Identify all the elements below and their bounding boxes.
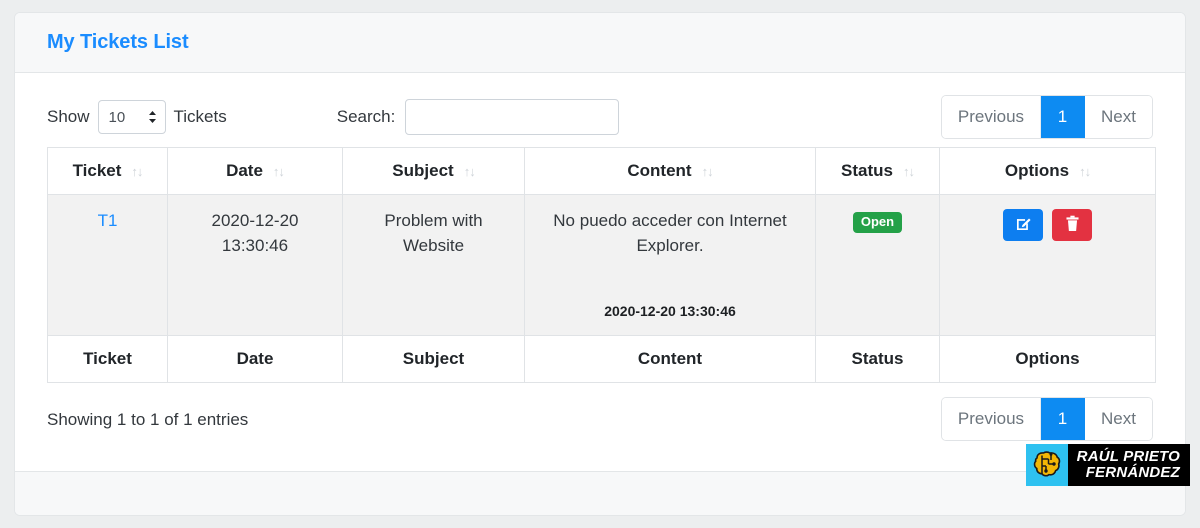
entries-label: Tickets: [173, 107, 227, 126]
delete-button[interactable]: [1052, 209, 1092, 241]
options-buttons: [950, 209, 1145, 241]
tickets-card: My Tickets List Show 10 Tickets Search: …: [14, 12, 1186, 516]
column-label: Date: [226, 161, 263, 180]
watermark-line-1: RAÚL PRIETO: [1076, 447, 1180, 465]
card-footer: [15, 471, 1185, 515]
cell-content: No puedo acceder con Internet Explorer. …: [524, 194, 816, 336]
watermark-text: RAÚL PRIETO FERNÁNDEZ: [1068, 444, 1190, 486]
footer-header-options: Options: [939, 335, 1156, 383]
show-label: Show: [47, 107, 90, 126]
column-header-status[interactable]: Status ↑↓: [815, 147, 940, 195]
table-header-row: Ticket ↑↓ Date ↑↓ Subject ↑↓ Content ↑↓ …: [47, 147, 1156, 195]
card-body: Show 10 Tickets Search: Previous 1 Next …: [15, 73, 1185, 473]
table-row: T1 2020-12-20 13:30:46 Problem with Webs…: [47, 194, 1156, 336]
trash-icon: [1065, 215, 1080, 235]
column-label: Content: [627, 161, 692, 180]
sort-icon: ↑↓: [701, 163, 714, 179]
footer-header-status: Status: [815, 335, 940, 383]
table-head: Ticket ↑↓ Date ↑↓ Subject ↑↓ Content ↑↓ …: [47, 147, 1156, 195]
column-label: Status: [841, 161, 893, 180]
table-controls: Show 10 Tickets Search: Previous 1 Next: [47, 91, 1153, 143]
edit-button[interactable]: [1003, 209, 1043, 241]
cell-date: 2020-12-20 13:30:46: [167, 194, 343, 336]
status-badge: Open: [852, 212, 903, 234]
cell-options: [939, 194, 1156, 336]
footer-header-ticket: Ticket: [47, 335, 168, 383]
pencil-square-icon: [1015, 215, 1032, 235]
pagination-next-bottom[interactable]: Next: [1085, 398, 1152, 440]
entries-info: Showing 1 to 1 of 1 entries: [47, 410, 249, 429]
cell-status: Open: [815, 194, 940, 336]
column-header-subject[interactable]: Subject ↑↓: [342, 147, 525, 195]
sort-icon: ↑↓: [902, 163, 915, 179]
pagination-previous-top[interactable]: Previous: [941, 96, 1042, 138]
column-header-options[interactable]: Options ↑↓: [939, 147, 1156, 195]
table-info-row: Showing 1 to 1 of 1 entries Previous 1 N…: [47, 397, 1153, 459]
search-label: Search:: [336, 107, 396, 126]
tickets-table: Ticket ↑↓ Date ↑↓ Subject ↑↓ Content ↑↓ …: [47, 147, 1156, 383]
sort-icon: ↑↓: [1079, 163, 1091, 179]
column-header-ticket[interactable]: Ticket ↑↓: [47, 147, 168, 195]
sort-icon: ↑↓: [131, 163, 143, 179]
brain-logo-icon: [1025, 444, 1068, 486]
card-header: My Tickets List: [15, 13, 1185, 73]
footer-header-subject: Subject: [342, 335, 525, 383]
search-input[interactable]: [405, 99, 620, 135]
column-header-date[interactable]: Date ↑↓: [167, 147, 343, 195]
table-body: T1 2020-12-20 13:30:46 Problem with Webs…: [47, 194, 1156, 336]
table-foot: Ticket Date Subject Content Status Optio…: [47, 335, 1156, 383]
length-control: Show 10 Tickets: [47, 100, 227, 134]
table-footer-row: Ticket Date Subject Content Status Optio…: [47, 335, 1156, 383]
pagination-bottom: Previous 1 Next: [940, 397, 1153, 441]
cell-ticket: T1: [47, 194, 168, 336]
sort-icon: ↑↓: [272, 163, 285, 179]
sort-icon: ↑↓: [463, 163, 476, 179]
page-background: My Tickets List Show 10 Tickets Search: …: [0, 0, 1200, 528]
page-title: My Tickets List: [47, 31, 189, 53]
search-control: Search:: [337, 99, 620, 135]
length-select-wrapper[interactable]: 10: [97, 100, 166, 134]
pagination-top: Previous 1 Next: [940, 95, 1153, 139]
column-label: Ticket: [72, 161, 122, 180]
column-label: Subject: [392, 161, 454, 180]
pagination-page-1-top[interactable]: 1: [1041, 96, 1086, 138]
ticket-link[interactable]: T1: [98, 211, 118, 230]
content-text: No puedo acceder con Internet Explorer.: [553, 211, 787, 255]
content-timestamp: 2020-12-20 13:30:46: [604, 302, 736, 319]
footer-header-content: Content: [524, 335, 816, 383]
pagination-page-1-bottom[interactable]: 1: [1041, 398, 1086, 440]
footer-header-date: Date: [167, 335, 343, 383]
watermark-line-2: FERNÁNDEZ: [1085, 464, 1180, 481]
column-header-content[interactable]: Content ↑↓: [524, 147, 816, 195]
pagination-previous-bottom[interactable]: Previous: [941, 398, 1042, 440]
watermark: RAÚL PRIETO FERNÁNDEZ: [1025, 444, 1190, 486]
cell-subject: Problem with Website: [342, 194, 525, 336]
column-label: Options: [1004, 161, 1070, 180]
entries-per-page-select[interactable]: 10: [97, 100, 166, 134]
pagination-next-top[interactable]: Next: [1085, 96, 1152, 138]
